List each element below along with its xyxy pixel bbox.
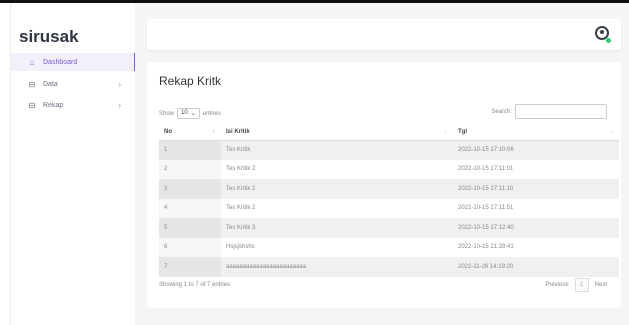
table-row: 6 Hsjsjshshs 2022-10-15 21:28:41 xyxy=(159,237,619,257)
sort-asc-icon: ↑ xyxy=(212,129,215,136)
cell-no: 5 xyxy=(159,218,221,238)
sidebar-item-label: Rekap xyxy=(43,101,64,109)
rekap-card: Rekap Kritk Show 10 ⌄ entries Search: No… xyxy=(147,62,621,308)
pagination: Previous 1 Next xyxy=(539,278,613,292)
table-header-row: No ↑ Isi Kritik ↕ Tgl ↕ xyxy=(159,125,619,141)
cell-no: 6 xyxy=(159,237,221,257)
left-margin xyxy=(0,3,10,325)
column-header-no[interactable]: No ↑ xyxy=(159,125,221,141)
page-title: Rekap Kritk xyxy=(159,74,222,88)
entries-select[interactable]: 10 ⌄ xyxy=(177,108,200,119)
brand-logo[interactable]: sirusak xyxy=(19,27,79,47)
grid-icon: ⊟ xyxy=(28,100,36,110)
top-header xyxy=(147,19,621,50)
table-info: Showing 1 to 7 of 7 entries xyxy=(159,282,231,288)
kritik-table: No ↑ Isi Kritik ↕ Tgl ↕ 1 Tes Kritik 2022-1… xyxy=(159,125,619,277)
cell-no: 4 xyxy=(159,198,221,218)
search-input[interactable] xyxy=(515,104,607,119)
chevron-down-icon: ⌄ xyxy=(190,111,196,117)
next-button[interactable]: Next xyxy=(589,279,613,291)
cell-tgl: 2022-10-15 21:28:41 xyxy=(458,244,514,251)
cell-no: 2 xyxy=(159,159,221,179)
search-label: Search: xyxy=(491,108,512,115)
previous-button[interactable]: Previous xyxy=(539,279,574,291)
column-header-tgl[interactable]: Tgl ↕ xyxy=(453,125,619,141)
table-row: 7 aaaaaaaaaaaaaaaaaaaaaaaa 2022-11-26 14… xyxy=(159,257,619,277)
cell-tgl: 2022-10-15 17:12:40 xyxy=(453,218,619,238)
cell-isi: Tes Kritik 3 xyxy=(221,218,453,238)
cell-isi: Tes Kritik 2 xyxy=(221,179,453,199)
cell-tgl: 2022-10-15 17:10:06 xyxy=(453,140,619,160)
table-row: 5 Tes Kritik 3 2022-10-15 17:12:40 xyxy=(159,218,619,238)
entries-value: 10 xyxy=(181,110,188,116)
table-row: 1 Tes Kritik 2022-10-15 17:10:06 xyxy=(159,140,619,160)
column-header-isi[interactable]: Isi Kritik ↕ xyxy=(221,125,453,141)
main-area: Rekap Kritk Show 10 ⌄ entries Search: No… xyxy=(135,3,629,325)
entries-label: entries xyxy=(202,110,221,117)
cell-isi: Tes Kritik xyxy=(221,140,453,160)
table-row: 3 Tes Kritik 2 2022-10-15 17:11:10 xyxy=(159,179,619,199)
show-label: Show xyxy=(159,110,175,117)
cell-no: 3 xyxy=(159,179,221,199)
entries-control: Show 10 ⌄ entries xyxy=(159,108,221,119)
chevron-right-icon: › xyxy=(118,100,121,110)
cell-tgl: 2022-10-15 17:11:01 xyxy=(458,166,514,173)
cell-isi: aaaaaaaaaaaaaaaaaaaaaaaa xyxy=(221,257,453,277)
sidebar-item-label: Dashboard xyxy=(43,58,78,66)
cell-isi: Tes Kritik 2 xyxy=(226,166,256,173)
grid-icon: ⊟ xyxy=(28,79,36,89)
sort-icon: ↕ xyxy=(444,129,447,136)
sidebar-item-dashboard[interactable]: ⌂ Dashboard xyxy=(11,53,136,71)
sidebar-item-rekap[interactable]: ⊟ Rekap › xyxy=(11,96,135,114)
cell-no: 7 xyxy=(159,257,221,277)
cell-tgl: 2022-11-26 14:19:20 xyxy=(453,257,619,277)
table-row: 4 Tes Kritik 2 2022-10-15 17:11:51 xyxy=(159,198,619,218)
sidebar: sirusak ⌂ Dashboard ⊟ Data › ⊟ Rekap › xyxy=(10,3,136,325)
page-1-button[interactable]: 1 xyxy=(574,278,589,292)
cell-tgl: 2022-10-15 17:11:10 xyxy=(453,179,619,199)
search-control: Search: xyxy=(491,104,607,119)
cell-tgl: 2022-10-15 17:11:51 xyxy=(458,205,514,212)
table-row: 2 Tes Kritik 2 2022-10-15 17:11:01 xyxy=(159,159,619,179)
online-status-dot xyxy=(606,38,611,43)
cell-isi: Tes Kritik 2 xyxy=(226,205,256,212)
cell-no: 1 xyxy=(159,140,221,160)
sidebar-item-label: Data xyxy=(43,80,58,88)
home-icon: ⌂ xyxy=(29,57,35,67)
chevron-right-icon: › xyxy=(118,79,121,89)
sort-icon: ↕ xyxy=(610,129,613,136)
sidebar-item-data[interactable]: ⊟ Data › xyxy=(11,75,135,93)
cell-isi: Hsjsjshshs xyxy=(226,244,255,251)
